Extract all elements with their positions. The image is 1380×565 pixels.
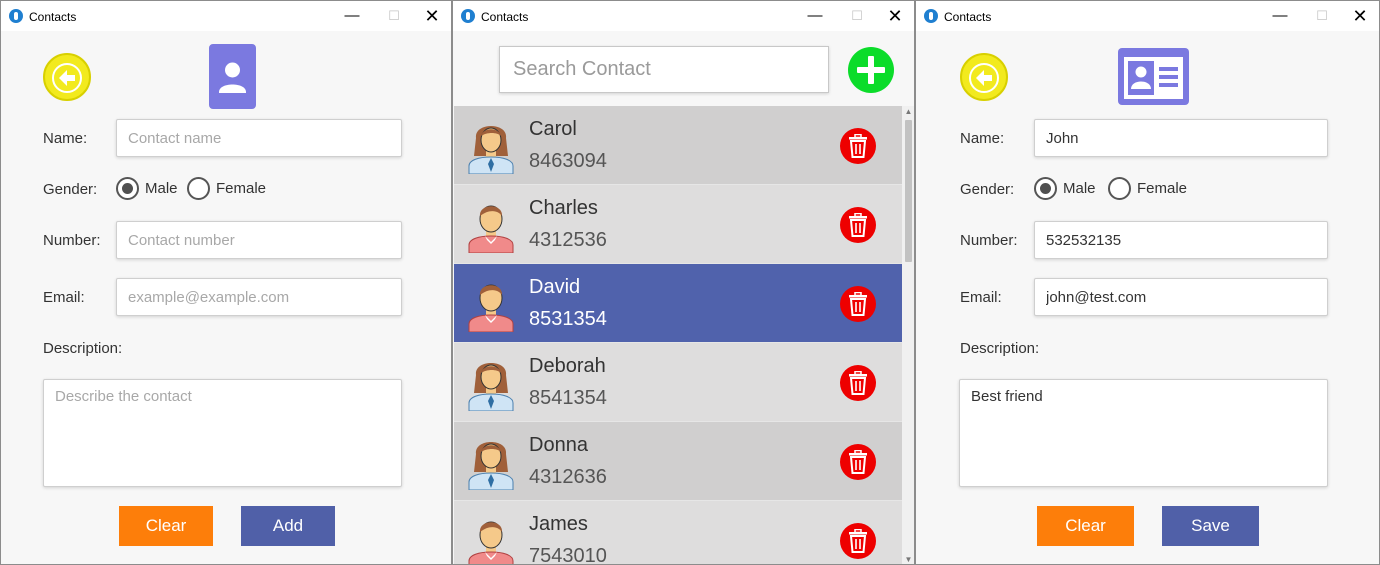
woman-avatar-icon <box>467 353 515 412</box>
description-textarea[interactable] <box>43 379 402 487</box>
contact-number: 4312536 <box>529 229 607 251</box>
female-radio-indicator <box>1108 177 1131 200</box>
woman-avatar-icon <box>467 116 515 175</box>
minimize-button[interactable]: — <box>341 5 363 27</box>
delete-contact-button[interactable] <box>840 128 876 164</box>
female-radio[interactable]: Female <box>187 177 266 200</box>
contact-number: 4312636 <box>529 466 607 488</box>
contact-list[interactable]: Carol 8463094 Charles 4312536 David 8531354 De… <box>454 106 902 565</box>
contact-name: Donna <box>529 434 588 456</box>
window-title: Contacts <box>944 10 992 24</box>
contact-number: 8463094 <box>529 150 607 172</box>
name-input[interactable] <box>116 119 402 157</box>
clear-button[interactable]: Clear <box>1037 506 1134 546</box>
contact-name: Deborah <box>529 355 606 377</box>
gender-label: Gender: <box>43 181 98 198</box>
male-radio-label: Male <box>145 180 178 197</box>
scroll-down-arrow-icon[interactable]: ▼ <box>904 555 913 564</box>
delete-contact-button[interactable] <box>840 365 876 401</box>
id-card-icon <box>1118 48 1189 105</box>
male-radio-label: Male <box>1063 180 1096 197</box>
arrow-left-icon <box>969 63 999 93</box>
minimize-button[interactable]: — <box>1269 5 1291 27</box>
close-button[interactable]: ✕ <box>421 5 443 27</box>
email-input[interactable] <box>116 278 402 316</box>
close-button[interactable]: ✕ <box>884 5 906 27</box>
contact-name: David <box>529 276 581 298</box>
male-radio-indicator <box>1034 177 1057 200</box>
window-title: Contacts <box>29 10 77 24</box>
delete-contact-button[interactable] <box>840 523 876 559</box>
add-button[interactable]: Add <box>241 506 335 546</box>
female-radio-label: Female <box>1137 180 1188 197</box>
delete-contact-button[interactable] <box>840 286 876 322</box>
contact-name: Carol <box>529 118 577 140</box>
male-radio-indicator <box>116 177 139 200</box>
contact-name: Charles <box>529 197 598 219</box>
email-label: Email: <box>960 289 1002 306</box>
number-label: Number: <box>960 232 1018 249</box>
email-label: Email: <box>43 289 85 306</box>
name-input[interactable] <box>1034 119 1328 157</box>
description-textarea[interactable]: Best friend <box>959 379 1328 487</box>
contact-row[interactable]: David 8531354 <box>454 264 902 343</box>
female-radio-label: Female <box>216 180 267 197</box>
contact-number: 8541354 <box>529 387 607 409</box>
number-input[interactable] <box>1034 221 1328 259</box>
scrollbar[interactable]: ▲ ▼ <box>902 106 914 564</box>
contact-list-window: Contacts — ☐ ✕ Carol 8463094 Charles 431253… <box>452 0 915 565</box>
gender-label: Gender: <box>960 181 1015 198</box>
scrollbar-thumb[interactable] <box>905 120 912 262</box>
female-radio-indicator <box>187 177 210 200</box>
number-input[interactable] <box>116 221 402 259</box>
contact-row[interactable]: Charles 4312536 <box>454 185 902 264</box>
male-radio[interactable]: Male <box>116 177 178 200</box>
contact-name: James <box>529 513 588 535</box>
scroll-up-arrow-icon[interactable]: ▲ <box>904 107 913 117</box>
contact-number: 8531354 <box>529 308 607 330</box>
contact-row[interactable]: James 7543010 <box>454 501 902 565</box>
app-icon <box>461 9 475 23</box>
maximize-button[interactable]: ☐ <box>1311 5 1333 27</box>
window-title: Contacts <box>481 10 529 24</box>
minimize-button[interactable]: — <box>804 5 826 27</box>
add-contact-button[interactable] <box>848 47 894 93</box>
search-input[interactable] <box>499 46 829 93</box>
man-avatar-icon <box>467 195 515 254</box>
save-button[interactable]: Save <box>1162 506 1259 546</box>
maximize-button[interactable]: ☐ <box>846 5 868 27</box>
contact-row[interactable]: Carol 8463094 <box>454 106 902 185</box>
back-button[interactable] <box>43 53 91 101</box>
maximize-button[interactable]: ☐ <box>383 5 405 27</box>
app-icon <box>9 9 23 23</box>
number-label: Number: <box>43 232 101 249</box>
description-label: Description: <box>960 340 1040 357</box>
title-bar: Contacts — ☐ ✕ <box>916 1 1379 31</box>
add-contact-window: Contacts — ☐ ✕ Name: Gender: Male Female… <box>0 0 452 565</box>
app-icon <box>924 9 938 23</box>
contact-row[interactable]: Deborah 8541354 <box>454 343 902 422</box>
woman-avatar-icon <box>467 432 515 491</box>
title-bar: Contacts — ☐ ✕ <box>1 1 451 31</box>
contact-number: 7543010 <box>529 545 607 565</box>
man-avatar-icon <box>467 274 515 333</box>
man-avatar-icon <box>467 511 515 564</box>
delete-contact-button[interactable] <box>840 207 876 243</box>
close-button[interactable]: ✕ <box>1349 5 1371 27</box>
clear-button[interactable]: Clear <box>119 506 213 546</box>
person-icon <box>209 44 256 109</box>
back-button[interactable] <box>960 53 1008 101</box>
male-radio[interactable]: Male <box>1034 177 1096 200</box>
contact-row[interactable]: Donna 4312636 <box>454 422 902 501</box>
edit-contact-window: Contacts — ☐ ✕ Name: Gender: Male Female… <box>915 0 1380 565</box>
female-radio[interactable]: Female <box>1108 177 1187 200</box>
description-label: Description: <box>43 340 123 357</box>
email-input[interactable] <box>1034 278 1328 316</box>
title-bar: Contacts — ☐ ✕ <box>453 1 914 31</box>
arrow-left-icon <box>52 63 82 93</box>
delete-contact-button[interactable] <box>840 444 876 480</box>
name-label: Name: <box>43 130 88 147</box>
name-label: Name: <box>960 130 1005 147</box>
